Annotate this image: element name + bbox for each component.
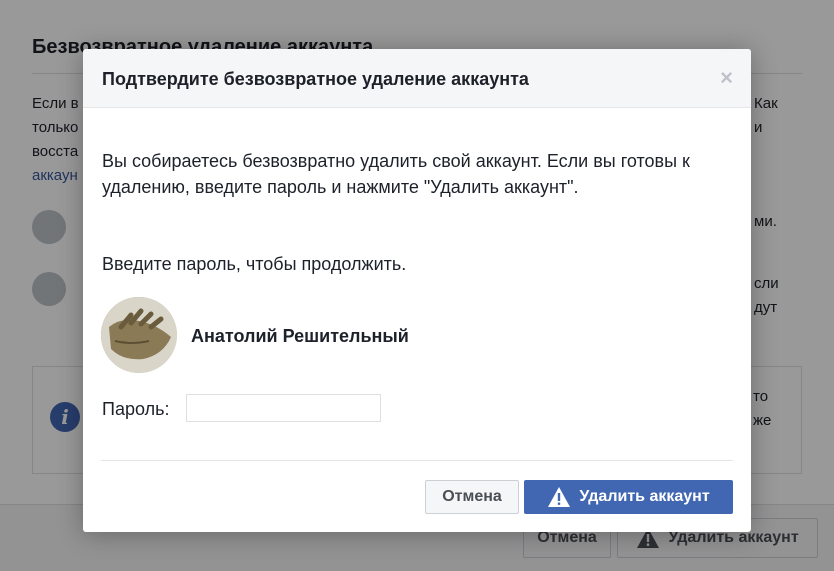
password-field[interactable] xyxy=(186,394,381,422)
user-name: Анатолий Решительный xyxy=(191,326,409,346)
divider xyxy=(101,460,733,461)
warning-triangle-icon xyxy=(548,487,571,507)
dialog-header: Подтвердите безвозвратное удаление аккау… xyxy=(83,49,751,108)
confirm-delete-dialog: Подтвердите безвозвратное удаление аккау… xyxy=(83,49,751,532)
cancel-button[interactable]: Отмена xyxy=(425,480,519,514)
dialog-message: Вы собираетесь безвозвратно удалить свой… xyxy=(102,151,690,197)
dialog-title: Подтвердите безвозвратное удаление аккау… xyxy=(102,69,529,89)
delete-account-label: Удалить аккаунт xyxy=(579,488,710,505)
avatar-image xyxy=(101,297,177,373)
avatar xyxy=(101,297,177,373)
password-label: Пароль: xyxy=(102,399,170,419)
password-prompt: Введите пароль, чтобы продолжить. xyxy=(102,254,407,274)
delete-account-button[interactable]: Удалить аккаунт xyxy=(524,480,733,514)
close-icon[interactable]: × xyxy=(720,66,733,90)
